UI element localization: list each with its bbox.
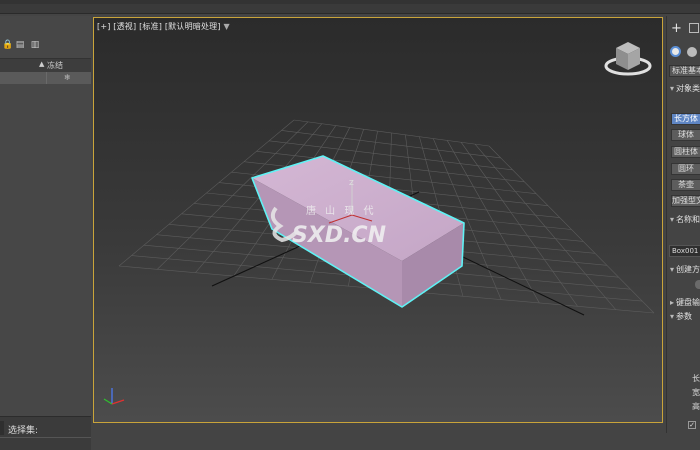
watermark-top-text: 唐 山 现 代 bbox=[306, 204, 377, 217]
menu-strip bbox=[0, 0, 700, 4]
name-color-rollout[interactable]: ▾名称和颜色 bbox=[667, 214, 700, 225]
object-type-title: 对象类型 bbox=[676, 84, 700, 93]
selection-set-label: 选择集: bbox=[8, 426, 39, 436]
create-tab-plus-icon[interactable]: + bbox=[671, 22, 682, 35]
viewport-label[interactable]: [+] [透视] [标准] [默认明暗处理] ▼ bbox=[97, 21, 230, 32]
layer-icon[interactable]: ▥ bbox=[30, 40, 40, 51]
main-toolbar bbox=[0, 0, 700, 14]
object-type-rollout[interactable]: ▾对象类型 bbox=[667, 83, 700, 94]
width-label: 宽 bbox=[692, 388, 700, 397]
primitive-type-dropdown[interactable]: 标准基本体 bbox=[669, 65, 700, 77]
keyboard-entry-rollout[interactable]: ▸键盘输入 bbox=[667, 297, 700, 308]
viewport-label-text: [+] [透视] [标准] [默认明暗处理] bbox=[97, 22, 221, 31]
viewport-scene: Z 唐 山 现 代 SXD.CN bbox=[103, 42, 655, 405]
footer-divider bbox=[0, 437, 91, 438]
watermark-bottom-text: SXD.CN bbox=[292, 223, 386, 248]
creation-method-radio[interactable] bbox=[695, 280, 700, 289]
text-plus-button[interactable]: 加强型文本 bbox=[671, 195, 700, 207]
parameters-title: 参数 bbox=[676, 312, 693, 321]
geometry-category-icon[interactable] bbox=[670, 46, 681, 57]
grid-line bbox=[488, 145, 655, 314]
rollout-arrow-icon: ▾ bbox=[670, 84, 675, 93]
object-name-field[interactable]: Box001 bbox=[669, 245, 700, 257]
axis-tripod bbox=[103, 388, 125, 405]
column-divider bbox=[46, 72, 47, 84]
explorer-column-header[interactable]: ▲ 冻结 bbox=[0, 58, 91, 73]
generate-mapping-checkbox[interactable]: ✓ bbox=[688, 421, 696, 429]
teapot-button[interactable]: 茶壶 bbox=[671, 179, 700, 191]
command-panel: + 标准基本体 ▾对象类型 长方体 球体 圆柱体 圆环 茶壶 加强型文本 ▾名称… bbox=[666, 16, 700, 433]
box-button[interactable]: 长方体 bbox=[671, 113, 700, 125]
keyboard-entry-title: 键盘输入 bbox=[676, 298, 700, 307]
triangle-down-icon[interactable]: ▼ bbox=[223, 22, 229, 31]
lock-icon[interactable]: 🔒 bbox=[2, 40, 13, 51]
rollout-arrow-icon: ▾ bbox=[670, 265, 675, 274]
perspective-viewport[interactable]: Z 唐 山 现 代 SXD.CN [+] [透视] [标准] [默认明暗处理] … bbox=[93, 17, 663, 423]
rollout-arrow-icon: ▾ bbox=[670, 215, 675, 224]
grid-line bbox=[460, 142, 578, 307]
length-label: 长 bbox=[692, 374, 700, 383]
creation-method-rollout[interactable]: ▾创建方法 bbox=[667, 264, 700, 275]
sphere-button[interactable]: 球体 bbox=[671, 129, 700, 141]
freeze-column-label: 冻结 bbox=[47, 61, 63, 70]
height-label: 高 bbox=[692, 402, 700, 411]
tripod-x bbox=[111, 399, 125, 405]
rollout-arrow-icon: ▸ bbox=[670, 298, 675, 307]
explorer-toolbar: 🔒 ▤ ▥ bbox=[0, 40, 91, 54]
tripod-y bbox=[103, 398, 113, 405]
explorer-footer: 选择集: bbox=[0, 416, 91, 450]
viewcube bbox=[604, 42, 652, 76]
hierarchy-icon[interactable]: ▤ bbox=[15, 40, 25, 51]
cylinder-button[interactable]: 圆柱体 bbox=[671, 146, 700, 158]
sort-arrow-icon: ▲ bbox=[39, 60, 45, 68]
rollout-arrow-icon: ▾ bbox=[670, 312, 675, 321]
snowflake-icon[interactable]: ❄ bbox=[64, 72, 71, 84]
parameters-rollout[interactable]: ▾ 参数 bbox=[667, 311, 700, 322]
shapes-category-icon[interactable] bbox=[687, 47, 697, 57]
modify-tab-icon[interactable] bbox=[689, 23, 699, 33]
torus-button[interactable]: 圆环 bbox=[671, 163, 700, 175]
z-axis-label: Z bbox=[349, 179, 354, 187]
scene-explorer: 🔒 ▤ ▥ ▲ 冻结 ❄ 选择集: bbox=[0, 16, 91, 450]
creation-method-title: 创建方法 bbox=[676, 265, 700, 274]
name-color-title: 名称和颜色 bbox=[676, 215, 700, 224]
explorer-row-box001[interactable]: ❄ bbox=[0, 72, 91, 84]
create-category-row bbox=[667, 44, 700, 60]
